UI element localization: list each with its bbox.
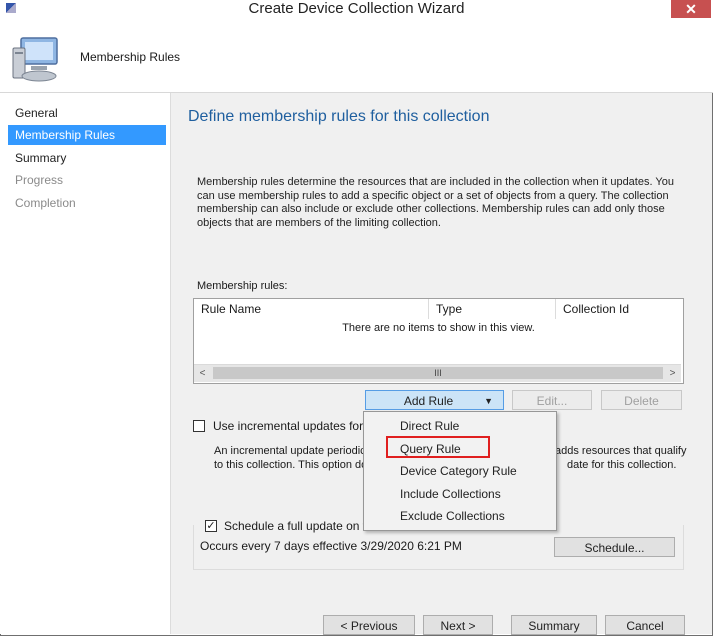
nav-item-summary[interactable]: Summary — [8, 148, 166, 168]
incremental-desc-line-4: date for this collection. — [567, 459, 677, 471]
horizontal-scrollbar[interactable]: < III > — [194, 364, 681, 382]
window-title: Create Device Collection Wizard — [248, 0, 465, 17]
nav-item-completion: Completion — [15, 196, 76, 210]
scroll-left-icon[interactable]: < — [194, 365, 211, 382]
menu-item-direct-rule[interactable]: Direct Rule — [400, 419, 459, 433]
computer-icon — [12, 37, 58, 82]
full-update-checkbox[interactable]: ✓ — [205, 520, 217, 532]
dropdown-arrow-icon: ▼ — [484, 396, 493, 406]
description-text: Membership rules determine the resources… — [197, 176, 674, 229]
empty-list-message: There are no items to show in this view. — [342, 322, 535, 334]
column-type[interactable]: Type — [429, 299, 556, 319]
header-title: Membership Rules — [80, 50, 181, 64]
membership-rules-label: Membership rules: — [197, 280, 288, 292]
menu-item-device-category-rule[interactable]: Device Category Rule — [400, 464, 517, 478]
menu-item-exclude-collections[interactable]: Exclude Collections — [400, 509, 505, 523]
column-rule-name[interactable]: Rule Name — [194, 299, 429, 319]
incremental-desc-line-2: to this collection. This option do — [214, 459, 368, 471]
nav-item-progress: Progress — [15, 173, 64, 187]
scroll-thumb[interactable]: III — [213, 367, 663, 379]
add-rule-label: Add Rule — [403, 394, 454, 408]
close-button[interactable]: ✕ — [671, 0, 711, 18]
title-bar: Create Device Collection Wizard ✕ — [0, 0, 713, 20]
summary-button[interactable]: Summary — [511, 615, 597, 635]
add-rule-button[interactable]: Add Rule ▼ — [365, 390, 504, 410]
cancel-button[interactable]: Cancel — [605, 615, 685, 635]
incremental-updates-checkbox[interactable] — [193, 420, 205, 432]
nav-item-general[interactable]: General — [8, 103, 166, 123]
incremental-desc-line-1: An incremental update periodic — [214, 445, 366, 457]
membership-rules-list[interactable]: Rule Name Type Collection Id There are n… — [193, 298, 684, 384]
incremental-desc-line-3: adds resources that qualify — [555, 445, 687, 457]
query-rule-highlight — [386, 436, 490, 458]
nav-item-membership-rules[interactable]: Membership Rules — [8, 125, 166, 145]
schedule-button[interactable]: Schedule... — [554, 537, 675, 557]
schedule-text: Occurs every 7 days effective 3/29/2020 … — [200, 539, 462, 553]
page-title: Define membership rules for this collect… — [188, 108, 490, 125]
edit-button[interactable]: Edit... — [512, 390, 592, 410]
incremental-updates-label: Use incremental updates for thi — [213, 419, 380, 433]
delete-button[interactable]: Delete — [601, 390, 682, 410]
previous-button[interactable]: < Previous — [323, 615, 415, 635]
wizard-header: Membership Rules — [0, 20, 713, 93]
column-collection-id[interactable]: Collection Id — [556, 299, 683, 319]
wizard-sidebar: General Membership Rules Summary Progres… — [0, 93, 170, 634]
next-button[interactable]: Next > — [423, 615, 493, 635]
scroll-right-icon[interactable]: > — [664, 365, 681, 382]
menu-item-include-collections[interactable]: Include Collections — [400, 487, 501, 501]
add-rule-menu: Direct Rule Query Rule Device Category R… — [363, 411, 557, 531]
wizard-content: Define membership rules for this collect… — [170, 93, 712, 635]
